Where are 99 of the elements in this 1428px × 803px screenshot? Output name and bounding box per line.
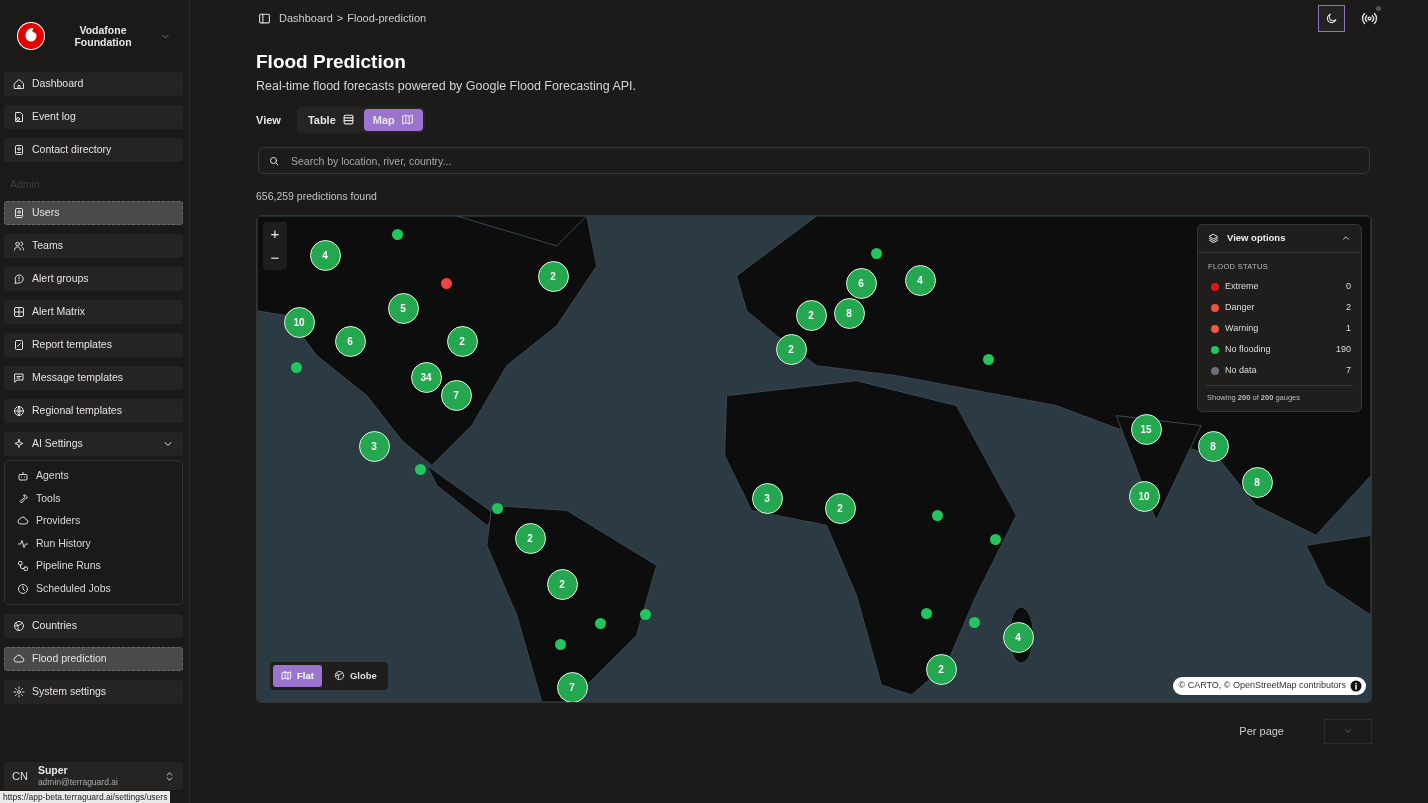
sidebar-toggle-button[interactable] xyxy=(258,12,271,25)
sidebar-item[interactable]: AI Settings xyxy=(4,431,183,456)
breadcrumb-current: Flood-prediction xyxy=(347,11,427,27)
page-title: Flood Prediction xyxy=(256,51,407,74)
sidebar-item[interactable]: Dashboard xyxy=(4,72,183,96)
map-marker[interactable] xyxy=(391,229,403,241)
user-initials: CN xyxy=(12,768,28,784)
zoom-out-button[interactable]: − xyxy=(263,245,287,270)
map-marker[interactable] xyxy=(920,608,932,620)
legend-count: 7 xyxy=(1346,363,1351,377)
layers-icon xyxy=(1208,232,1219,244)
map-icon xyxy=(400,113,414,127)
wrench-icon xyxy=(17,492,29,505)
sidebar-item[interactable]: Contact directory xyxy=(4,138,183,162)
settings-icon xyxy=(13,685,25,698)
sidebar-item[interactable]: Event log xyxy=(4,105,183,129)
submenu-item[interactable]: Agents xyxy=(5,464,182,488)
sidebar-item[interactable]: Flood prediction xyxy=(4,646,183,671)
sidebar-item[interactable]: Alert Matrix xyxy=(4,299,183,324)
submenu-item[interactable]: Tools xyxy=(5,487,182,510)
robot-icon xyxy=(17,470,29,482)
map-marker[interactable] xyxy=(414,464,426,476)
map-marker[interactable] xyxy=(931,510,943,522)
expand-icon xyxy=(164,770,175,782)
cloud-icon xyxy=(13,652,25,665)
sidebar-item[interactable]: Teams xyxy=(4,233,183,258)
activity-icon xyxy=(17,537,29,550)
globe-icon xyxy=(13,619,25,632)
sidebar-icon xyxy=(258,12,271,25)
sidebar-item[interactable]: Alert groups xyxy=(4,266,183,291)
map-icon xyxy=(281,670,292,682)
zoom-in-button[interactable]: + xyxy=(263,221,287,246)
legend-count: 190 xyxy=(1335,342,1351,356)
legend-count: 2 xyxy=(1346,300,1351,314)
moon-icon xyxy=(1325,12,1338,25)
status-url-tooltip: https://app-beta.terraguard.ai/settings/users xyxy=(0,791,171,803)
grid-icon xyxy=(13,305,25,318)
map-marker[interactable] xyxy=(870,248,882,260)
per-page-label: Per page xyxy=(1239,724,1284,740)
view-label: View xyxy=(256,112,281,128)
page-subtitle: Real-time flood forecasts powered by Google Flood Forecasting API. xyxy=(256,77,638,95)
pipeline-icon xyxy=(17,560,29,572)
sidebar-item[interactable]: Regional templates xyxy=(4,398,183,423)
map-marker[interactable] xyxy=(982,354,994,366)
report-icon xyxy=(13,338,25,351)
legend-label: Danger xyxy=(1225,300,1256,314)
submenu-item[interactable]: Pipeline Runs xyxy=(5,554,182,578)
legend-label: No flooding xyxy=(1225,342,1272,356)
view-options-header[interactable]: View options xyxy=(1198,224,1361,253)
breadcrumb-link[interactable]: Dashboard xyxy=(279,10,333,27)
sidebar-item[interactable]: Countries xyxy=(4,613,183,638)
map-marker[interactable] xyxy=(554,639,566,651)
projection-tab[interactable]: Flat xyxy=(273,664,322,687)
projection-tab[interactable]: Globe xyxy=(325,664,385,687)
map-marker[interactable] xyxy=(440,278,452,290)
legend-label: Warning xyxy=(1225,321,1260,335)
map-marker[interactable] xyxy=(290,362,302,374)
sidebar-item[interactable]: Message templates xyxy=(4,365,183,390)
logo-icon xyxy=(16,21,46,51)
globe-icon xyxy=(13,404,25,417)
breadcrumb-separator: > xyxy=(336,11,344,27)
broadcast-icon xyxy=(1361,10,1378,27)
status-dot xyxy=(1376,6,1381,11)
sidebar-item[interactable]: Report templates xyxy=(4,332,183,357)
globe-icon xyxy=(333,670,345,682)
submenu-item[interactable]: Scheduled Jobs xyxy=(5,577,182,600)
submenu-item[interactable]: Run History xyxy=(5,532,182,555)
search-field[interactable]: Search by location, river, country... xyxy=(258,147,1370,175)
clock-icon xyxy=(17,582,29,595)
attribution-text: © CARTO, © OpenStreetMap contributors xyxy=(1178,679,1346,693)
table-icon xyxy=(341,113,355,127)
brand-name: Vodafone Foundation xyxy=(73,23,133,49)
contact-card-icon xyxy=(13,206,25,219)
submenu-item[interactable]: Providers xyxy=(5,509,182,533)
map-marker[interactable] xyxy=(968,617,980,629)
result-count: 656,259 predictions found xyxy=(256,189,378,205)
cloud-icon xyxy=(17,515,29,527)
theme-toggle-button[interactable] xyxy=(1318,5,1345,32)
people-icon xyxy=(13,239,25,252)
sidebar-item[interactable]: Users xyxy=(4,200,183,225)
sparkle-icon xyxy=(13,437,25,450)
legend-label: Extreme xyxy=(1225,279,1260,293)
user-email: admin@terraguard.ai xyxy=(37,777,119,788)
home-icon xyxy=(13,78,25,90)
contact-card-icon xyxy=(13,144,25,156)
map-marker[interactable] xyxy=(989,534,1001,546)
sidebar-item[interactable]: System settings xyxy=(4,679,183,704)
map-marker[interactable] xyxy=(639,609,651,621)
alert-bubble-icon xyxy=(13,272,25,285)
map-marker[interactable] xyxy=(491,503,503,515)
document-icon xyxy=(13,111,25,123)
user-name: Super xyxy=(37,764,69,778)
legend-count: 1 xyxy=(1346,321,1351,335)
legend-label: No data xyxy=(1225,363,1258,377)
map-marker[interactable] xyxy=(594,618,606,630)
view-tab[interactable]: Table xyxy=(298,108,364,132)
search-icon xyxy=(268,155,280,168)
legend-count: 0 xyxy=(1346,279,1351,293)
message-icon xyxy=(13,371,25,384)
